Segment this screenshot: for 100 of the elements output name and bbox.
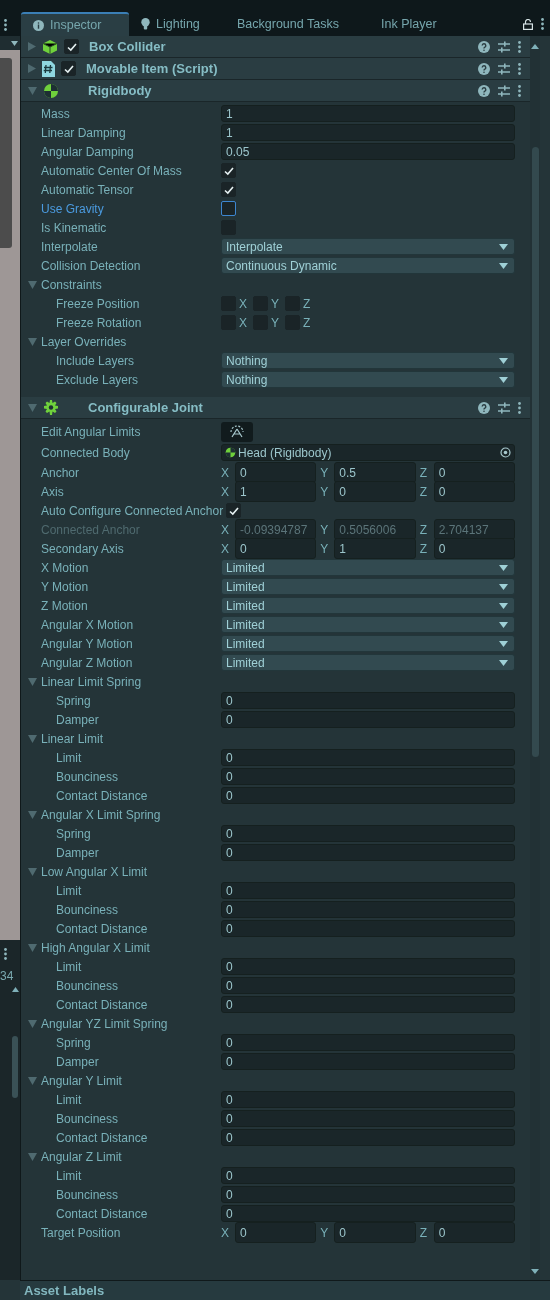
number-field[interactable]: 0 xyxy=(221,1110,515,1127)
property-label: Bounciness xyxy=(55,978,120,993)
foldout-label[interactable]: Angular Y Limit xyxy=(41,1073,122,1088)
number-field[interactable]: 0 xyxy=(433,1222,515,1243)
foldout-label[interactable]: Constraints xyxy=(41,277,102,292)
number-field: 2.704137 xyxy=(433,519,515,540)
property-label: Limit xyxy=(55,750,83,765)
number-field[interactable]: 0 xyxy=(221,996,515,1013)
section-title[interactable]: Asset Labels xyxy=(20,1280,550,1300)
property-label: Exclude Layers xyxy=(55,372,140,387)
number-field[interactable]: 0 xyxy=(221,1186,515,1203)
property-label: Spring xyxy=(55,1035,92,1050)
number-field[interactable]: 0 xyxy=(235,462,317,483)
dropdown[interactable]: Nothing xyxy=(221,371,515,388)
counter-label: 34 xyxy=(0,969,14,983)
property-label: Anchor xyxy=(40,465,81,480)
foldout-label[interactable]: Angular X Limit Spring xyxy=(41,807,161,822)
property-label: Angular Y Motion xyxy=(40,636,134,651)
number-field[interactable]: 1 xyxy=(221,105,515,122)
property-label: Damper xyxy=(55,845,100,860)
number-field[interactable]: 0 xyxy=(221,1205,515,1222)
component-header[interactable]: Box Collider xyxy=(21,36,530,58)
dropdown[interactable]: Limited xyxy=(221,616,515,633)
dropdown[interactable]: Limited xyxy=(221,654,515,671)
dropdown[interactable]: Limited xyxy=(221,559,515,576)
number-field[interactable]: 0 xyxy=(433,481,515,502)
property-label: Freeze Position xyxy=(55,296,141,311)
property-label: Limit xyxy=(55,959,83,974)
axis-label: X xyxy=(221,1225,230,1240)
number-field: 0.5056006 xyxy=(334,519,416,540)
property-label: Y Motion xyxy=(40,579,90,594)
number-field[interactable]: 0 xyxy=(221,901,515,918)
dropdown[interactable]: Limited xyxy=(221,635,515,652)
property-label: Axis xyxy=(40,484,65,499)
tab[interactable]: Inspector xyxy=(21,12,129,36)
tab[interactable]: Ink Player xyxy=(369,12,449,36)
component-title: Box Collider xyxy=(89,39,166,54)
number-field[interactable]: 0 xyxy=(221,844,515,861)
axis-label: Z xyxy=(419,465,428,480)
number-field[interactable]: 0 xyxy=(221,977,515,994)
number-field[interactable]: 0 xyxy=(221,1091,515,1108)
component-header[interactable]: Rigidbody xyxy=(21,80,530,102)
axis-label: X xyxy=(239,315,247,330)
number-field[interactable]: 0 xyxy=(235,538,317,559)
dropdown[interactable]: Continuous Dynamic xyxy=(221,257,515,274)
number-field[interactable]: 0.5 xyxy=(334,462,416,483)
foldout-label[interactable]: Low Angular X Limit xyxy=(41,864,148,879)
number-field[interactable]: 0 xyxy=(221,958,515,975)
foldout-label[interactable]: Linear Limit Spring xyxy=(41,674,142,689)
dropdown[interactable]: Interpolate xyxy=(221,238,515,255)
number-field[interactable]: 0 xyxy=(221,749,515,766)
number-field[interactable]: 1 xyxy=(334,538,416,559)
number-field[interactable]: 0 xyxy=(433,462,515,483)
tab[interactable]: Background Tasks xyxy=(225,12,369,36)
component-header[interactable]: Movable Item (Script) xyxy=(21,58,530,80)
number-field[interactable]: 0 xyxy=(221,787,515,804)
dropdown[interactable]: Limited xyxy=(221,578,515,595)
number-field[interactable]: 0 xyxy=(221,1034,515,1051)
number-field: -0.09394787 xyxy=(235,519,317,540)
number-field[interactable]: 0 xyxy=(433,538,515,559)
property-label: Contact Distance xyxy=(55,921,149,936)
property-label: Angular Z Motion xyxy=(40,655,134,670)
property-label: Is Kinematic xyxy=(40,220,108,235)
property-label: Bounciness xyxy=(55,902,120,917)
number-field[interactable]: 0 xyxy=(334,481,416,502)
axis-label: X xyxy=(221,541,230,556)
dropdown[interactable]: Nothing xyxy=(221,352,515,369)
axis-label: Z xyxy=(303,296,311,311)
number-field[interactable]: 0 xyxy=(221,882,515,899)
foldout-label[interactable]: High Angular X Limit xyxy=(41,940,150,955)
foldout-label[interactable]: Angular Z Limit xyxy=(41,1149,122,1164)
property-label: Contact Distance xyxy=(55,1206,149,1221)
property-label: Use Gravity xyxy=(40,201,105,216)
object-field[interactable]: Head (Rigidbody) xyxy=(221,444,515,461)
number-field[interactable]: 0 xyxy=(221,1053,515,1070)
number-field[interactable]: 0 xyxy=(221,825,515,842)
number-field[interactable]: 0 xyxy=(221,1129,515,1146)
tab[interactable]: Lighting xyxy=(129,12,225,36)
component-header[interactable]: Configurable Joint xyxy=(21,397,530,419)
number-field[interactable]: 1 xyxy=(235,481,317,502)
dropdown[interactable]: Limited xyxy=(221,597,515,614)
foldout-label[interactable]: Linear Limit xyxy=(41,731,104,746)
property-label: Connected Body xyxy=(40,445,131,460)
foldout-label[interactable]: Layer Overrides xyxy=(41,334,127,349)
number-field[interactable]: 0 xyxy=(221,711,515,728)
property-label: Secondary Axis xyxy=(40,541,125,556)
number-field[interactable]: 0 xyxy=(221,920,515,937)
property-label: Spring xyxy=(55,826,92,841)
number-field[interactable]: 0 xyxy=(221,1167,515,1184)
number-field[interactable]: 0 xyxy=(334,1222,416,1243)
number-field[interactable]: 0.05 xyxy=(221,143,515,160)
axis-label: Z xyxy=(419,484,428,499)
number-field[interactable]: 0 xyxy=(235,1222,317,1243)
axis-label: Y xyxy=(271,296,280,311)
foldout-label[interactable]: Angular YZ Limit Spring xyxy=(41,1016,168,1031)
number-field[interactable]: 0 xyxy=(221,692,515,709)
axis-label: Z xyxy=(419,522,428,537)
number-field[interactable]: 0 xyxy=(221,768,515,785)
property-label: Contact Distance xyxy=(55,997,149,1012)
number-field[interactable]: 1 xyxy=(221,124,515,141)
